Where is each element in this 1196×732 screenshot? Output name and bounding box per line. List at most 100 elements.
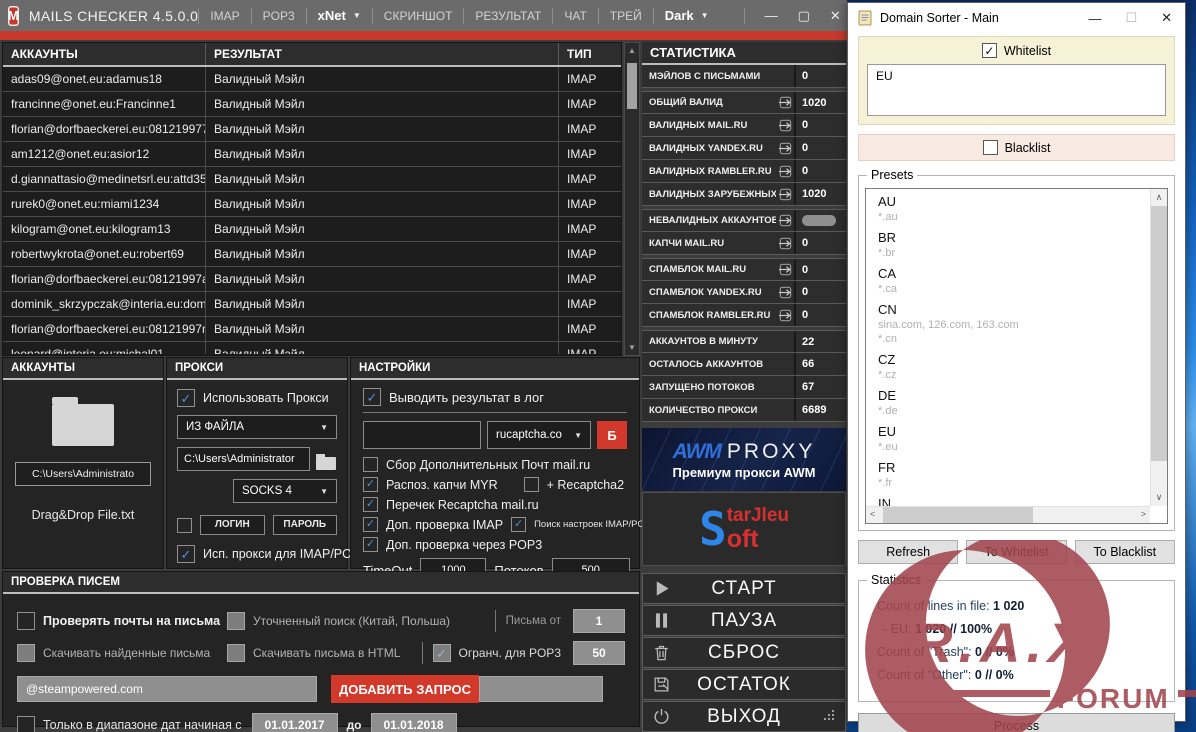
scroll-up-icon[interactable]: ▲ [625, 44, 639, 57]
accounts-file-path[interactable]: C:\Users\Administrato [15, 462, 151, 486]
table-row[interactable]: robertwykrota@onet.eu:robert69 Валидный … [3, 242, 621, 267]
preset-item[interactable]: EU *.eu [878, 423, 1150, 454]
table-row[interactable]: leonard@interia.eu:michal01 Валидный Мэй… [3, 342, 621, 354]
table-row[interactable]: kilogram@onet.eu:kilogram13 Валидный Мэй… [3, 217, 621, 242]
pop3-extra-checkbox[interactable] [363, 537, 378, 552]
table-row[interactable]: florian@dorfbaeckerei.eu:081219977 Валид… [3, 117, 621, 142]
recaptcha-list-checkbox[interactable] [363, 497, 378, 512]
minimize-button[interactable]: — [1088, 11, 1101, 26]
scroll-down-icon[interactable]: ▼ [625, 341, 639, 354]
exit-button[interactable]: ВЫХОД [642, 701, 846, 732]
scroll-down-icon[interactable]: ∨ [1151, 492, 1167, 503]
resize-grip[interactable] [824, 718, 826, 720]
scrollbar-thumb[interactable] [1151, 206, 1167, 461]
use-proxy-checkbox[interactable] [177, 389, 195, 407]
date-range-checkbox[interactable] [17, 716, 35, 732]
to-blacklist-button[interactable]: To Blacklist [1075, 540, 1175, 564]
check-letters-checkbox[interactable] [17, 612, 35, 630]
proxy-source-select[interactable]: ИЗ ФАЙЛА ▼ [177, 415, 337, 439]
refresh-button[interactable]: Refresh [858, 540, 958, 564]
menu-item[interactable]: xNet ▼ [306, 8, 372, 24]
date-from-input[interactable] [252, 713, 338, 732]
download-html-checkbox[interactable] [227, 644, 245, 662]
query-list-box[interactable] [479, 676, 603, 702]
captcha-service-select[interactable]: rucaptcha.co ▼ [487, 421, 591, 449]
close-button[interactable]: ✕ [1161, 10, 1172, 26]
remainder-button[interactable]: ОСТАТОК [642, 669, 846, 700]
table-row[interactable]: d.giannattasio@medinetsrl.eu:attd35 Вали… [3, 167, 621, 192]
recaptcha2-checkbox[interactable] [524, 477, 539, 492]
scrollbar-thumb[interactable] [627, 63, 637, 109]
proxy-login-field[interactable]: ЛОГИН [200, 515, 265, 535]
presets-vscrollbar[interactable]: ∧ ∨ [1150, 189, 1167, 506]
refined-search-checkbox[interactable] [227, 612, 245, 630]
reset-button[interactable]: СБРОС [642, 637, 846, 668]
table-row[interactable]: dominik_skrzypczak@interia.eu:dom Валидн… [3, 292, 621, 317]
scrollbar-thumb[interactable] [883, 507, 1033, 523]
preset-item[interactable]: FR *.fr [878, 459, 1150, 490]
log-output-checkbox[interactable] [363, 388, 381, 406]
table-row[interactable]: florian@dorfbaeckerei.eu:08121997a Валид… [3, 267, 621, 292]
presets-hscrollbar[interactable]: < > [866, 506, 1150, 523]
browse-folder-button[interactable] [316, 448, 337, 470]
proxy-file-input[interactable] [177, 447, 310, 471]
imap-extra-checkbox[interactable] [363, 517, 378, 532]
blacklist-checkbox[interactable] [983, 140, 998, 155]
whitelist-textarea[interactable]: EU [867, 64, 1166, 116]
table-row[interactable]: adas09@onet.eu:adamus18 Валидный Мэйл IM… [3, 67, 621, 92]
folder-icon[interactable] [52, 404, 114, 446]
presets-listbox[interactable]: AU *.au BR *.br CA *.ca CN sina.com, 126… [865, 188, 1168, 524]
menu-item[interactable]: СКРИНШОТ ▼ [372, 8, 464, 24]
date-to-input[interactable] [371, 713, 457, 732]
preset-item[interactable]: IN *.in [878, 495, 1150, 506]
preset-item[interactable]: DE *.de [878, 387, 1150, 418]
maximize-button[interactable]: ▢ [798, 9, 810, 22]
menu-item[interactable]: POP3 ▼ [251, 8, 306, 24]
menu-item[interactable]: Dark ▼ [653, 8, 720, 24]
preset-item[interactable]: CN sina.com, 126.com, 163.com *.cn [878, 301, 1150, 346]
proxy-imap-pop3-checkbox[interactable] [177, 545, 195, 563]
collect-mail-checkbox[interactable] [363, 457, 378, 472]
minimize-button[interactable]: — [765, 9, 778, 22]
preset-item[interactable]: CZ *.cz [878, 351, 1150, 382]
process-button[interactable]: Process [858, 713, 1175, 732]
add-query-button[interactable]: ДОБАВИТЬ ЗАПРОС [331, 675, 479, 703]
imap-pop-search-checkbox[interactable] [511, 517, 526, 532]
download-letters-checkbox[interactable] [17, 644, 35, 662]
table-row[interactable]: rurek0@onet.eu:miami1234 Валидный Мэйл I… [3, 192, 621, 217]
balance-button[interactable]: Б [597, 421, 627, 449]
menu-item[interactable]: ЧАТ ▼ [552, 8, 597, 24]
export-arrow-icon[interactable] [776, 262, 794, 277]
export-arrow-icon[interactable] [776, 164, 794, 179]
proxy-auth-checkbox[interactable] [177, 518, 192, 533]
menu-item[interactable]: IMAP ▼ [198, 8, 250, 24]
export-arrow-icon[interactable] [776, 95, 794, 110]
query-input[interactable] [17, 676, 317, 702]
menu-item[interactable]: ТРЕЙ ▼ [598, 8, 653, 24]
column-header-accounts[interactable]: АККАУНТЫ [3, 43, 206, 65]
table-row[interactable]: am1212@onet.eu:asior12 Валидный Мэйл IMA… [3, 142, 621, 167]
table-scrollbar[interactable]: ▲ ▼ [624, 42, 640, 356]
menu-item[interactable]: РЕЗУЛЬТАТ ▼ [463, 8, 552, 24]
export-arrow-icon[interactable] [776, 141, 794, 156]
close-button[interactable]: ✕ [830, 9, 841, 22]
scroll-right-icon[interactable]: > [1141, 509, 1146, 519]
myr-captcha-checkbox[interactable] [363, 477, 378, 492]
scroll-up-icon[interactable]: ∧ [1151, 192, 1167, 203]
to-whitelist-button[interactable]: To Whitelist [966, 540, 1066, 564]
export-arrow-icon[interactable] [776, 236, 794, 251]
maximize-button[interactable]: ☐ [1125, 10, 1137, 26]
pop3-limit-input[interactable] [573, 641, 625, 665]
letters-from-input[interactable] [573, 609, 625, 633]
export-arrow-icon[interactable] [776, 213, 794, 228]
preset-item[interactable]: BR *.br [878, 229, 1150, 260]
start-button[interactable]: СТАРТ [642, 573, 846, 604]
table-row[interactable]: francinne@onet.eu:Francinne1 Валидный Мэ… [3, 92, 621, 117]
captcha-key-input[interactable] [363, 421, 481, 449]
scroll-left-icon[interactable]: < [870, 509, 875, 519]
pause-button[interactable]: ПАУЗА [642, 605, 846, 636]
table-row[interactable]: florian@dorfbaeckerei.eu:08121997n Валид… [3, 317, 621, 342]
proxy-password-field[interactable]: ПАРОЛЬ [273, 515, 338, 535]
proxy-type-select[interactable]: SOCKS 4 ▼ [233, 479, 337, 503]
column-header-result[interactable]: РЕЗУЛЬТАТ [206, 43, 559, 65]
